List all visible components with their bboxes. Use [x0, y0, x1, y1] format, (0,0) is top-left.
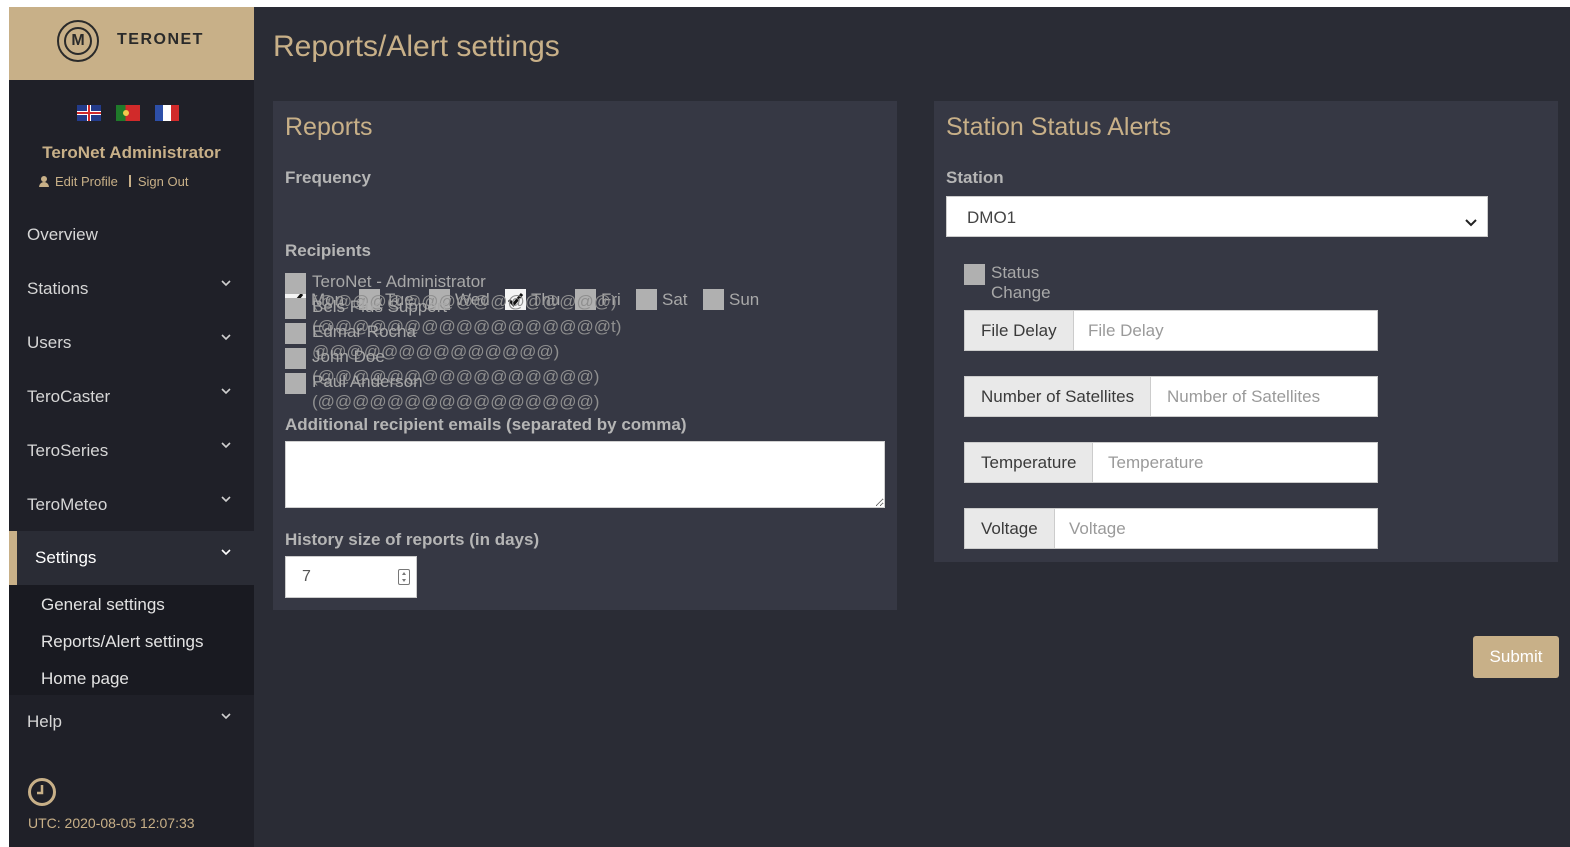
settings-submenu: General settings Reports/Alert settings … [9, 585, 254, 695]
frequency-label: Frequency [285, 168, 371, 187]
file-delay-input[interactable] [1073, 311, 1377, 350]
temperature-input[interactable] [1093, 443, 1377, 482]
edit-profile-link[interactable]: Edit Profile [55, 174, 118, 189]
recipient-name: John Doe [312, 347, 385, 366]
active-indicator [9, 531, 17, 585]
submenu-home-page[interactable]: Home page [41, 669, 129, 689]
submenu-reports-alert-settings[interactable]: Reports/Alert settings [41, 632, 204, 652]
profile-links: Edit Profile Sign Out [39, 174, 188, 189]
voltage-addon: Voltage [965, 509, 1055, 548]
chevron-down-icon [221, 280, 231, 288]
additional-emails-label: Additional recipient emails (separated b… [285, 415, 687, 434]
checkbox[interactable] [285, 323, 306, 344]
checkbox[interactable] [285, 348, 306, 369]
satellites-group: Number of Satellites [964, 376, 1378, 417]
flag-france-icon[interactable] [155, 105, 179, 121]
temperature-addon: Temperature [965, 443, 1094, 482]
history-size-label: History size of reports (in days) [285, 530, 540, 549]
sign-out-link[interactable]: Sign Out [138, 174, 189, 189]
number-spinner-icon[interactable] [398, 569, 410, 585]
recipient-name: Edmar Rocha [312, 322, 416, 341]
status-change-label: Status Change [991, 263, 1051, 302]
flag-uk-icon[interactable] [77, 105, 101, 121]
day-label: Sun [729, 290, 760, 309]
chevron-down-icon [221, 442, 231, 450]
file-delay-addon: File Delay [965, 311, 1074, 350]
nav-help[interactable]: Help [9, 695, 254, 749]
app-window: M TERONET TeroNet Administrator Edit Pro… [9, 7, 1570, 847]
page-title: Reports/Alert settings [273, 30, 560, 63]
recipient-email-redacted: (@@@@@@@@@@@@@@@@) [312, 392, 600, 411]
nav-terometeo[interactable]: TeroMeteo [9, 478, 254, 532]
language-switcher [77, 105, 194, 125]
satellites-input[interactable] [1152, 377, 1377, 416]
station-select-value: DMO1 [967, 208, 1017, 227]
checkbox[interactable] [964, 264, 985, 285]
user-icon [39, 176, 49, 187]
user-name: TeroNet Administrator [42, 143, 221, 162]
reports-title: Reports [285, 113, 373, 141]
satellites-addon: Number of Satellites [965, 377, 1152, 416]
temperature-group: Temperature [964, 442, 1378, 483]
divider [128, 175, 131, 187]
nav-users[interactable]: Users [9, 316, 254, 370]
checkbox[interactable] [285, 273, 306, 294]
checkbox[interactable] [285, 373, 306, 394]
utc-clock: UTC: 2020-08-05 12:07:33 [28, 815, 195, 831]
chevron-down-icon [221, 713, 231, 721]
nav-help-label: Help [27, 712, 62, 731]
logo-icon: M [57, 20, 99, 62]
chevron-down-icon [221, 334, 231, 342]
file-delay-group: File Delay [964, 310, 1378, 351]
sidebar: M TERONET TeroNet Administrator Edit Pro… [9, 7, 254, 847]
brand-name: TERONET [117, 31, 204, 48]
alerts-panel: Station Status Alerts Station DMO1 Statu… [934, 101, 1558, 562]
alerts-title: Station Status Alerts [946, 113, 1172, 141]
nav-terocaster-label: TeroCaster [27, 387, 111, 406]
day-label: Sat [662, 290, 688, 309]
clock-icon [27, 777, 57, 807]
recipient-name: TeroNet - Administrator [312, 272, 486, 291]
nav-teroseries-label: TeroSeries [27, 441, 109, 460]
nav-teroseries[interactable]: TeroSeries [9, 424, 254, 478]
chevron-down-icon [221, 549, 231, 557]
nav-overview-label: Overview [27, 225, 98, 244]
chevron-down-icon [1465, 212, 1477, 232]
recipients-label: Recipients [285, 241, 371, 260]
submit-button[interactable]: Submit [1473, 636, 1559, 678]
station-select[interactable]: DMO1 [946, 196, 1488, 237]
recipient-name: Bels Plus Support [312, 297, 448, 316]
checkbox[interactable] [703, 289, 724, 310]
recipient-name: Paul Anderson [312, 372, 423, 391]
chevron-down-icon [221, 388, 231, 396]
nav-terometeo-label: TeroMeteo [27, 495, 108, 514]
flag-portugal-icon[interactable] [116, 105, 140, 121]
voltage-group: Voltage [964, 508, 1378, 549]
voltage-input[interactable] [1054, 509, 1377, 548]
reports-panel: Reports Frequency Mon Tue Wed Thu Fri Sa… [273, 101, 897, 610]
nav-terocaster[interactable]: TeroCaster [9, 370, 254, 424]
nav-stations[interactable]: Stations [9, 262, 254, 316]
station-label: Station [946, 168, 1004, 187]
checkbox[interactable] [636, 289, 657, 310]
nav-settings-label: Settings [35, 548, 97, 567]
submenu-general-settings[interactable]: General settings [41, 595, 165, 615]
chevron-down-icon [221, 496, 231, 504]
nav-overview[interactable]: Overview [9, 208, 254, 262]
nav-settings[interactable]: Settings [9, 531, 254, 585]
nav-users-label: Users [27, 333, 72, 352]
brand-logo[interactable]: M TERONET [9, 7, 254, 80]
additional-emails-textarea[interactable] [285, 441, 885, 508]
checkbox[interactable] [285, 298, 306, 319]
nav-stations-label: Stations [27, 279, 89, 298]
